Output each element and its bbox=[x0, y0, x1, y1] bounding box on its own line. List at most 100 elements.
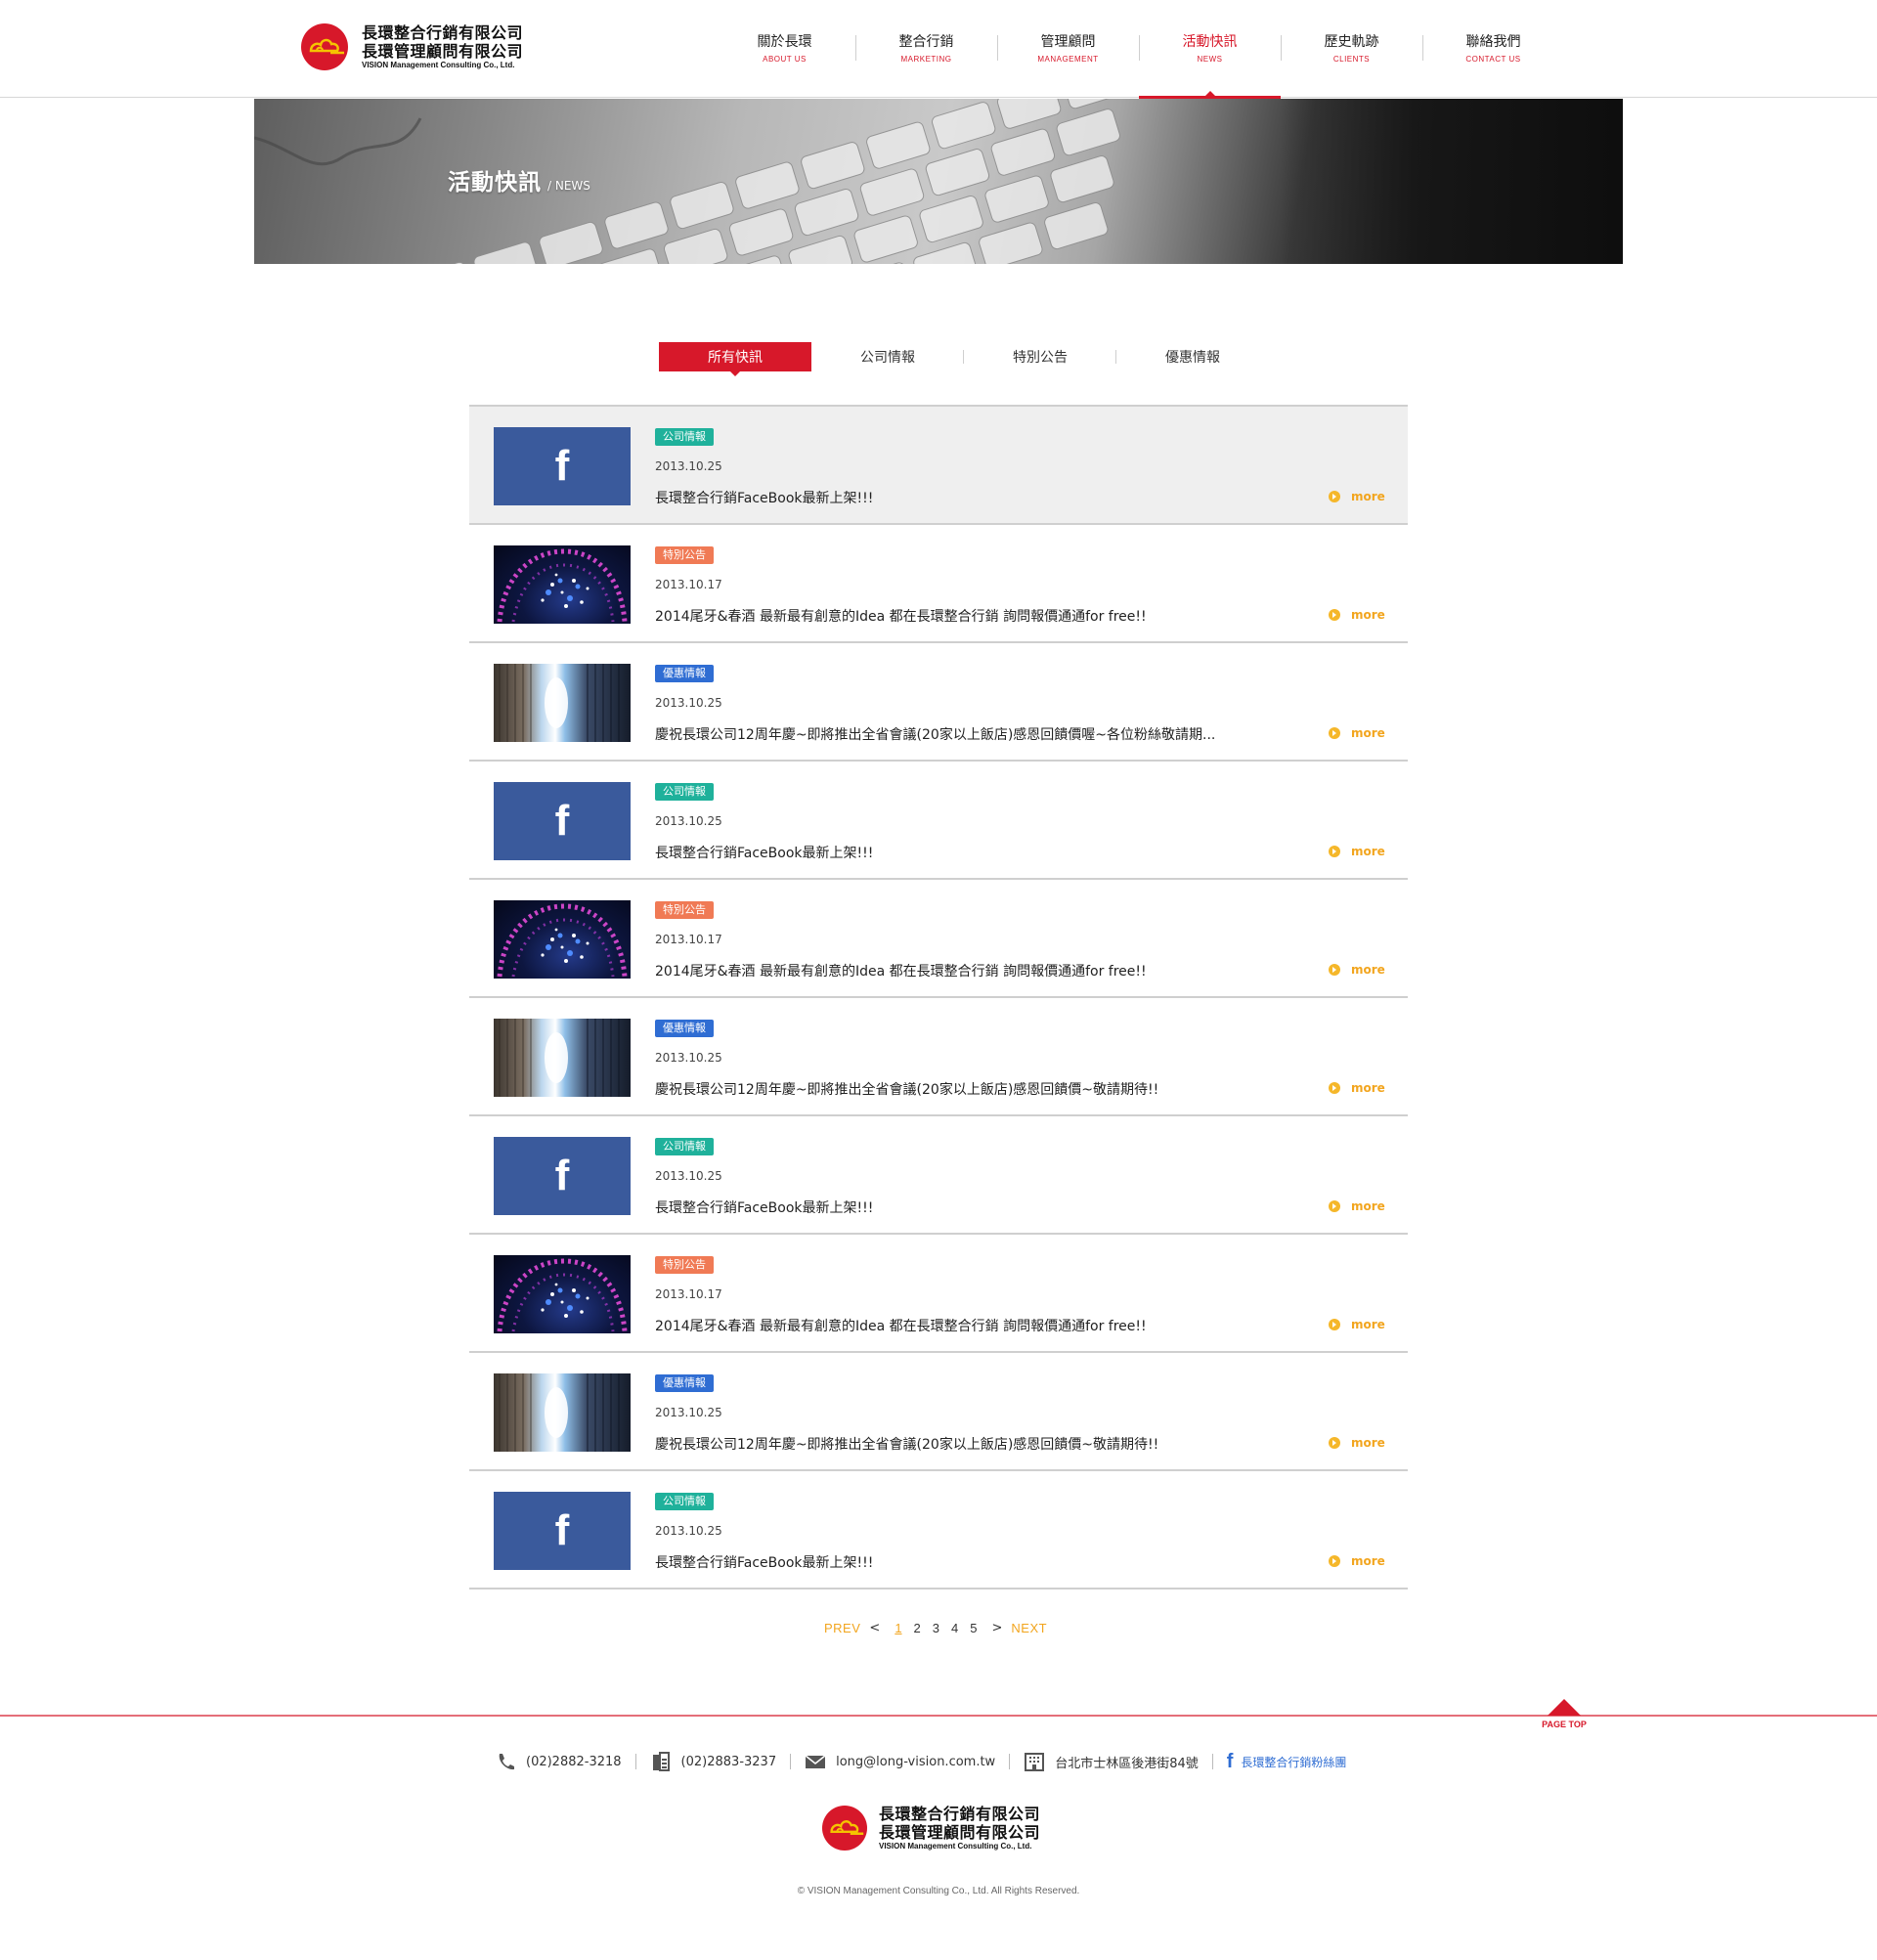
next-arrow-icon[interactable]: > bbox=[991, 1621, 1002, 1635]
nav-item-label: 聯絡我們 bbox=[1465, 34, 1521, 50]
news-title-link[interactable]: 慶祝長環公司12周年慶~即將推出全省會議(20家以上飯店)感恩回饋價~敬請期待!… bbox=[655, 1434, 1300, 1454]
news-title-link[interactable]: 2014尾牙&春酒 最新最有創意的Idea 都在長環整合行銷 詢問報價通通for… bbox=[655, 1316, 1300, 1335]
nav-item-contact[interactable]: 聯絡我們 CONTACT US bbox=[1422, 0, 1564, 98]
news-thumbnail[interactable] bbox=[494, 545, 631, 624]
news-thumbnail[interactable] bbox=[494, 1255, 631, 1333]
category-badge: 特別公告 bbox=[655, 1256, 714, 1274]
next-page-link[interactable]: NEXT bbox=[1011, 1621, 1047, 1635]
nav-active-caret-icon bbox=[1205, 91, 1215, 96]
news-thumbnail[interactable] bbox=[494, 664, 631, 742]
news-thumbnail[interactable]: f bbox=[494, 427, 631, 505]
logo-company-name-2: 長環管理顧問有限公司 bbox=[362, 42, 524, 61]
purple-lights-image bbox=[497, 903, 628, 978]
news-thumbnail[interactable] bbox=[494, 1373, 631, 1452]
page-link-2[interactable]: 2 bbox=[914, 1621, 921, 1635]
more-label: more bbox=[1351, 1318, 1385, 1331]
news-date: 2013.10.25 bbox=[655, 814, 722, 828]
more-label: more bbox=[1351, 490, 1385, 503]
news-date: 2013.10.25 bbox=[655, 696, 722, 710]
more-link[interactable]: more bbox=[1329, 1081, 1385, 1095]
list-item[interactable]: 優惠情報 2013.10.25 慶祝長環公司12周年慶~即將推出全省會議(20家… bbox=[469, 1353, 1408, 1471]
category-badge: 公司情報 bbox=[655, 1138, 714, 1155]
facebook-icon: f bbox=[554, 1506, 570, 1554]
news-title-link[interactable]: 長環整合行銷FaceBook最新上架!!! bbox=[655, 1552, 1300, 1572]
list-item[interactable]: 優惠情報 2013.10.25 慶祝長環公司12周年慶~即將推出全省會議(20家… bbox=[469, 998, 1408, 1116]
page-top-button[interactable]: PAGE TOP bbox=[1539, 1699, 1590, 1729]
list-item[interactable]: 特別公告 2013.10.17 2014尾牙&春酒 最新最有創意的Idea 都在… bbox=[469, 880, 1408, 998]
news-title-link[interactable]: 慶祝長環公司12周年慶~即將推出全省會議(20家以上飯店)感恩回饋價喔~各位粉絲… bbox=[655, 724, 1300, 744]
news-thumbnail[interactable] bbox=[494, 900, 631, 979]
list-item[interactable]: 優惠情報 2013.10.25 慶祝長環公司12周年慶~即將推出全省會議(20家… bbox=[469, 643, 1408, 762]
news-thumbnail[interactable]: f bbox=[494, 1492, 631, 1570]
page-title-en: / NEWS bbox=[547, 179, 590, 193]
news-thumbnail[interactable]: f bbox=[494, 1137, 631, 1215]
news-title-link[interactable]: 長環整合行銷FaceBook最新上架!!! bbox=[655, 488, 1300, 507]
more-link[interactable]: more bbox=[1329, 845, 1385, 858]
prev-arrow-icon[interactable]: < bbox=[869, 1621, 880, 1635]
buildings-sky-image bbox=[499, 664, 620, 742]
news-title-link[interactable]: 長環整合行銷FaceBook最新上架!!! bbox=[655, 1198, 1300, 1217]
list-item[interactable]: f 公司情報 2013.10.25 長環整合行銷FaceBook最新上架!!! … bbox=[469, 1471, 1408, 1590]
nav-item-sublabel: MARKETING bbox=[900, 55, 952, 64]
list-item[interactable]: 特別公告 2013.10.17 2014尾牙&春酒 最新最有創意的Idea 都在… bbox=[469, 525, 1408, 643]
news-date: 2013.10.17 bbox=[655, 933, 722, 946]
tab-special-notice[interactable]: 特別公告 bbox=[963, 342, 1116, 371]
page-link-1[interactable]: 1 bbox=[895, 1621, 901, 1635]
prev-page-link[interactable]: PREV bbox=[824, 1621, 860, 1635]
nav-item-about[interactable]: 關於長環 ABOUT US bbox=[714, 0, 855, 98]
category-badge: 公司情報 bbox=[655, 783, 714, 801]
news-title-link[interactable]: 長環整合行銷FaceBook最新上架!!! bbox=[655, 843, 1300, 862]
news-title-link[interactable]: 2014尾牙&春酒 最新最有創意的Idea 都在長環整合行銷 詢問報價通通for… bbox=[655, 606, 1300, 626]
up-triangle-icon bbox=[1548, 1699, 1581, 1716]
page-link-4[interactable]: 4 bbox=[951, 1621, 958, 1635]
footer-logo[interactable]: 長環整合行銷有限公司 長環管理顧問有限公司 VISION Management … bbox=[822, 1805, 1040, 1851]
arrow-circle-icon bbox=[1329, 1082, 1340, 1094]
list-item[interactable]: f 公司情報 2013.10.25 長環整合行銷FaceBook最新上架!!! … bbox=[469, 407, 1408, 525]
more-link[interactable]: more bbox=[1329, 1318, 1385, 1331]
more-label: more bbox=[1351, 845, 1385, 858]
nav-item-sublabel: CONTACT US bbox=[1465, 55, 1521, 64]
news-title-link[interactable]: 慶祝長環公司12周年慶~即將推出全省會議(20家以上飯店)感恩回饋價~敬請期待!… bbox=[655, 1079, 1300, 1099]
list-item[interactable]: 特別公告 2013.10.17 2014尾牙&春酒 最新最有創意的Idea 都在… bbox=[469, 1235, 1408, 1353]
contact-email[interactable]: long@long-vision.com.tw bbox=[776, 1751, 995, 1772]
list-item[interactable]: f 公司情報 2013.10.25 長環整合行銷FaceBook最新上架!!! … bbox=[469, 1116, 1408, 1235]
tab-offers[interactable]: 優惠情報 bbox=[1115, 342, 1269, 371]
contact-phone: (02)2882-3218 bbox=[495, 1751, 622, 1772]
more-link[interactable]: more bbox=[1329, 726, 1385, 740]
facebook-icon: f bbox=[1226, 1750, 1234, 1772]
nav-item-label: 活動快訊 bbox=[1182, 34, 1238, 50]
more-link[interactable]: more bbox=[1329, 608, 1385, 622]
buildings-sky-image bbox=[499, 1373, 620, 1452]
nav-item-clients[interactable]: 歷史軌跡 CLIENTS bbox=[1281, 0, 1422, 98]
more-link[interactable]: more bbox=[1329, 1554, 1385, 1568]
more-label: more bbox=[1351, 608, 1385, 622]
site-logo[interactable]: 長環整合行銷有限公司 長環管理顧問有限公司 VISION Management … bbox=[301, 23, 523, 70]
nav-item-news[interactable]: 活動快訊 NEWS bbox=[1139, 0, 1281, 99]
news-date: 2013.10.25 bbox=[655, 459, 722, 473]
nav-item-management[interactable]: 管理顧問 MANAGEMENT bbox=[997, 0, 1139, 98]
more-link[interactable]: more bbox=[1329, 490, 1385, 503]
more-link[interactable]: more bbox=[1329, 1199, 1385, 1213]
page-link-3[interactable]: 3 bbox=[933, 1621, 939, 1635]
category-badge: 公司情報 bbox=[655, 1493, 714, 1510]
category-badge: 優惠情報 bbox=[655, 1374, 714, 1392]
nav-item-marketing[interactable]: 整合行銷 MARKETING bbox=[855, 0, 997, 98]
contact-fax: (02)2883-3237 bbox=[622, 1751, 777, 1772]
more-label: more bbox=[1351, 726, 1385, 740]
news-thumbnail[interactable]: f bbox=[494, 782, 631, 860]
nav-item-label: 關於長環 bbox=[757, 34, 812, 50]
news-date: 2013.10.25 bbox=[655, 1051, 722, 1065]
more-link[interactable]: more bbox=[1329, 963, 1385, 977]
news-date: 2013.10.17 bbox=[655, 578, 722, 591]
news-title-link[interactable]: 2014尾牙&春酒 最新最有創意的Idea 都在長環整合行銷 詢問報價通通for… bbox=[655, 961, 1300, 980]
contact-facebook[interactable]: f 長環整合行銷粉絲團 bbox=[1199, 1751, 1347, 1773]
fax-number: (02)2883-3237 bbox=[680, 1754, 777, 1769]
tab-company-info[interactable]: 公司情報 bbox=[811, 342, 964, 371]
news-thumbnail[interactable] bbox=[494, 1019, 631, 1097]
more-link[interactable]: more bbox=[1329, 1436, 1385, 1450]
list-item[interactable]: f 公司情報 2013.10.25 長環整合行銷FaceBook最新上架!!! … bbox=[469, 762, 1408, 880]
page-link-5[interactable]: 5 bbox=[970, 1621, 977, 1635]
tab-all-news[interactable]: 所有快訊 bbox=[659, 342, 811, 376]
facebook-fanpage-link[interactable]: 長環整合行銷粉絲團 bbox=[1241, 1754, 1346, 1770]
email-address[interactable]: long@long-vision.com.tw bbox=[836, 1755, 995, 1769]
